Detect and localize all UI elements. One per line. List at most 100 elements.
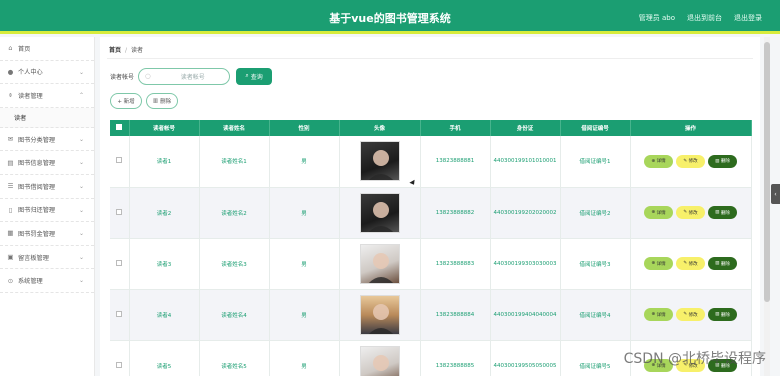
delete-label: 删除 — [720, 261, 730, 267]
batch-delete-button[interactable]: ▥ 删除 — [146, 93, 178, 109]
main-content: 首页 / 读者 读者帐号 ○ 读者帐号 ⌕ 查询 + 新增 ▥ 删除 读者帐号 读者姓名性… — [100, 37, 760, 376]
cell-gender: 男 — [269, 187, 340, 239]
delete-button[interactable]: ▥ 删除 — [708, 308, 737, 321]
column-header: 性别 — [269, 120, 340, 136]
chevron-down-icon: ⌄ — [78, 277, 84, 285]
detail-button[interactable]: ⊕ 详情 — [644, 308, 673, 321]
edit-button[interactable]: ✎ 修改 — [676, 154, 705, 168]
cell-card-no: 借阅证编号5 — [560, 340, 631, 376]
grid-icon: ▦ — [7, 229, 14, 238]
cell-avatar — [339, 238, 421, 290]
delete-label: 删除 — [720, 312, 730, 318]
collapse-handle[interactable]: ‹ — [771, 184, 780, 204]
edit-button[interactable]: ✎ 修改 — [676, 206, 705, 219]
sidebar-item-label: 个人中心 — [18, 69, 43, 77]
sidebar-item-label: 图书分类管理 — [18, 136, 56, 144]
avatar-image — [359, 141, 400, 182]
edit-label: 修改 — [688, 159, 698, 165]
cell-account: 读者2 — [129, 187, 200, 239]
search-placeholder: 读者帐号 — [180, 73, 205, 81]
frontend-link[interactable]: 退出到前台 — [687, 13, 722, 23]
cell-card-no: 借阅证编号3 — [560, 238, 631, 290]
sidebar-item-9[interactable]: ⊙ 系统管理 ⌄ — [0, 269, 94, 293]
column-header: 手机 — [420, 120, 491, 136]
delete-button[interactable]: ▥ 删除 — [708, 154, 737, 168]
edit-button[interactable]: ✎ 修改 — [676, 257, 705, 270]
search-input[interactable]: ○ 读者帐号 — [138, 67, 231, 85]
sidebar-item-1[interactable]: ● 个人中心 ⌄ — [0, 61, 94, 85]
sidebar-item-label: 系统管理 — [18, 278, 43, 286]
cell-account: 读者3 — [129, 238, 200, 290]
add-button[interactable]: + 新增 — [110, 93, 142, 109]
scrollbar-thumb[interactable] — [764, 42, 770, 302]
sidebar-item-4[interactable]: ▤ 图书信息管理 ⌄ — [0, 151, 94, 175]
chevron-down-icon: ⌄ — [78, 159, 84, 167]
cell-id-card: 440300199505050005 — [490, 340, 561, 376]
cell-avatar — [339, 187, 421, 239]
sidebar-item-2[interactable]: ⌽ 读者管理 ⌃ — [0, 84, 94, 108]
avatar-silhouette — [368, 303, 393, 334]
cell-id-card: 440300199101010001 — [490, 136, 561, 188]
chevron-down-icon: ⌄ — [78, 230, 84, 238]
row-checkbox[interactable] — [116, 259, 123, 266]
cell-name: 读者姓名5 — [199, 340, 270, 376]
cell-operations: ⊕ 详情 ✎ 修改 ▥ 删除 — [630, 289, 752, 341]
avatar-image — [359, 345, 400, 376]
chevron-down-icon: ⌄ — [78, 253, 84, 261]
trash-icon: ▥ — [152, 98, 159, 104]
sidebar-item-5[interactable]: ☰ 图书借阅管理 ⌄ — [0, 175, 94, 199]
delete-button[interactable]: ▥ 删除 — [708, 257, 737, 270]
delete-button[interactable]: ▥ 删除 — [708, 206, 737, 219]
chevron-down-icon: ⌄ — [78, 206, 84, 214]
breadcrumb-home[interactable]: 首页 — [109, 47, 121, 54]
sidebar-item-6[interactable]: ▯ 图书归还管理 ⌄ — [0, 199, 94, 223]
top-navbar: 基于vue的图书管理系统 管理员 abo 退出到前台 退出登录 — [0, 0, 780, 34]
row-checkbox[interactable] — [116, 157, 123, 164]
avatar-image — [359, 294, 400, 335]
detail-button[interactable]: ⊕ 详情 — [644, 154, 673, 168]
select-all-checkbox[interactable] — [116, 124, 123, 130]
action-row: + 新增 ▥ 删除 — [110, 93, 178, 109]
cell-gender: 男 — [269, 340, 340, 376]
reader-table: 读者帐号 读者姓名 性别 头像 手机 身份证 借阅证编号 操作 读者1 读者姓名1 男 138238… — [110, 120, 752, 376]
breadcrumb: 首页 / 读者 — [109, 45, 143, 54]
search-button[interactable]: ⌕ 查询 — [236, 67, 273, 85]
sidebar-item-label: 留言板管理 — [18, 254, 49, 262]
cell-id-card: 440300199303030003 — [490, 238, 561, 290]
row-select-cell — [110, 340, 130, 376]
cell-card-no: 借阅证编号2 — [560, 187, 631, 239]
cell-phone: 13823888884 — [420, 289, 491, 341]
sidebar-item-8[interactable]: ▣ 留言板管理 ⌄ — [0, 246, 94, 270]
sidebar-item-0[interactable]: ⌂ 首页 — [0, 37, 94, 61]
cell-avatar — [339, 289, 421, 341]
row-select-cell — [110, 136, 130, 188]
sidebar-subitem[interactable]: 读者 — [0, 107, 94, 128]
sidebar-item-3[interactable]: ✉ 图书分类管理 ⌄ — [0, 128, 94, 152]
row-checkbox[interactable] — [116, 310, 123, 317]
detail-button[interactable]: ⊕ 详情 — [644, 257, 673, 270]
avatar-silhouette — [368, 252, 393, 283]
column-header: 操作 — [630, 120, 752, 136]
chevron-down-icon: ⌄ — [78, 135, 84, 143]
column-header: 身份证 — [490, 120, 561, 136]
search-row: 读者帐号 ○ 读者帐号 ⌕ 查询 — [110, 67, 273, 85]
cell-avatar — [339, 136, 421, 188]
edit-button[interactable]: ✎ 修改 — [676, 308, 705, 321]
detail-label: 详情 — [656, 159, 666, 165]
user-icon: ● — [7, 67, 14, 76]
cell-avatar — [339, 340, 421, 376]
breadcrumb-divider — [107, 58, 753, 59]
chevron-down-icon: ⌄ — [78, 182, 84, 190]
row-checkbox[interactable] — [116, 361, 123, 368]
cell-phone: 13823888882 — [420, 187, 491, 239]
sidebar-item-7[interactable]: ▦ 图书罚金管理 ⌄ — [0, 222, 94, 246]
avatar-silhouette — [368, 150, 393, 181]
row-checkbox[interactable] — [116, 208, 123, 215]
detail-button[interactable]: ⊕ 详情 — [644, 206, 673, 219]
detail-label: 详情 — [656, 210, 666, 216]
cell-name: 读者姓名2 — [199, 187, 270, 239]
search-icon: ○ — [145, 72, 151, 80]
search-button-icon: ⌕ — [245, 72, 249, 79]
logout-link[interactable]: 退出登录 — [734, 13, 762, 23]
cell-name: 读者姓名3 — [199, 238, 270, 290]
